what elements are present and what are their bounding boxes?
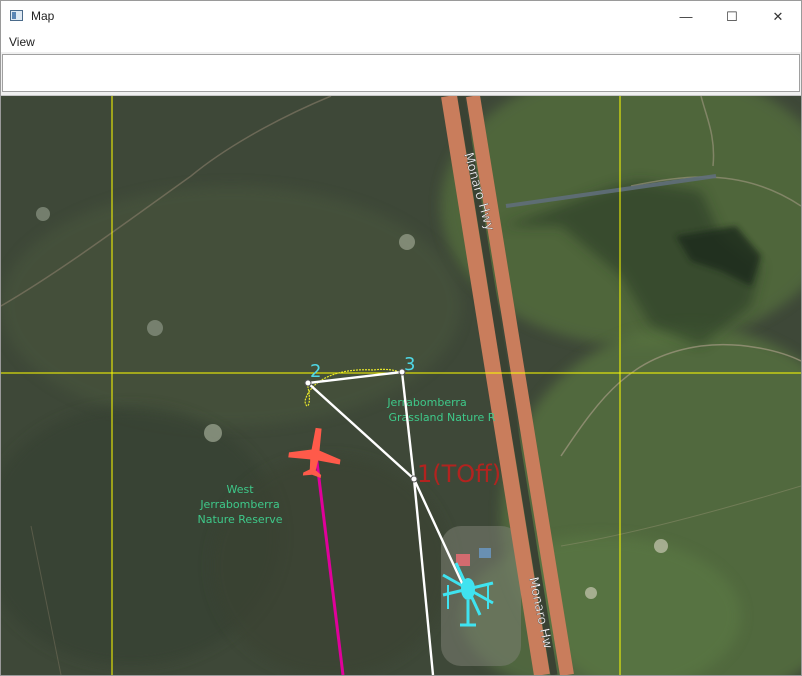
toolbar xyxy=(1,52,801,96)
minimize-button[interactable]: — xyxy=(663,1,709,32)
window-title: Map xyxy=(31,9,55,23)
app-window-icon xyxy=(10,10,23,21)
reserve-label: Jerrabomberra xyxy=(199,498,279,511)
reserve-label: Grassland Nature R xyxy=(389,411,496,424)
map-view[interactable]: Monaro Hwy Monaro Hw Jerrabomberra Grass… xyxy=(1,96,801,675)
maximize-icon: ☐ xyxy=(726,8,738,24)
waypoint-label: 2 xyxy=(310,361,321,382)
minimize-icon: — xyxy=(679,9,693,24)
waypoint-label: 3 xyxy=(404,354,415,375)
map-window: Map — ☐ ✕ View Monaro Hwy Monaro Hw Jerr… xyxy=(0,0,802,676)
title-bar: Map — ☐ ✕ xyxy=(1,1,801,32)
menu-view[interactable]: View xyxy=(9,35,35,49)
map-canvas[interactable]: Monaro Hwy Monaro Hw Jerrabomberra Grass… xyxy=(1,96,801,675)
reserve-label: Nature Reserve xyxy=(197,513,282,526)
toolbar-input-field[interactable] xyxy=(2,54,800,92)
close-button[interactable]: ✕ xyxy=(755,1,801,32)
reserve-label: West xyxy=(226,483,254,496)
maximize-button[interactable]: ☐ xyxy=(709,1,755,32)
satellite-imagery xyxy=(1,96,801,675)
menu-bar: View xyxy=(1,32,801,52)
reserve-label: Jerrabomberra xyxy=(386,396,466,409)
close-icon: ✕ xyxy=(772,8,784,24)
waypoint-label: 1(TOff) xyxy=(417,460,501,488)
